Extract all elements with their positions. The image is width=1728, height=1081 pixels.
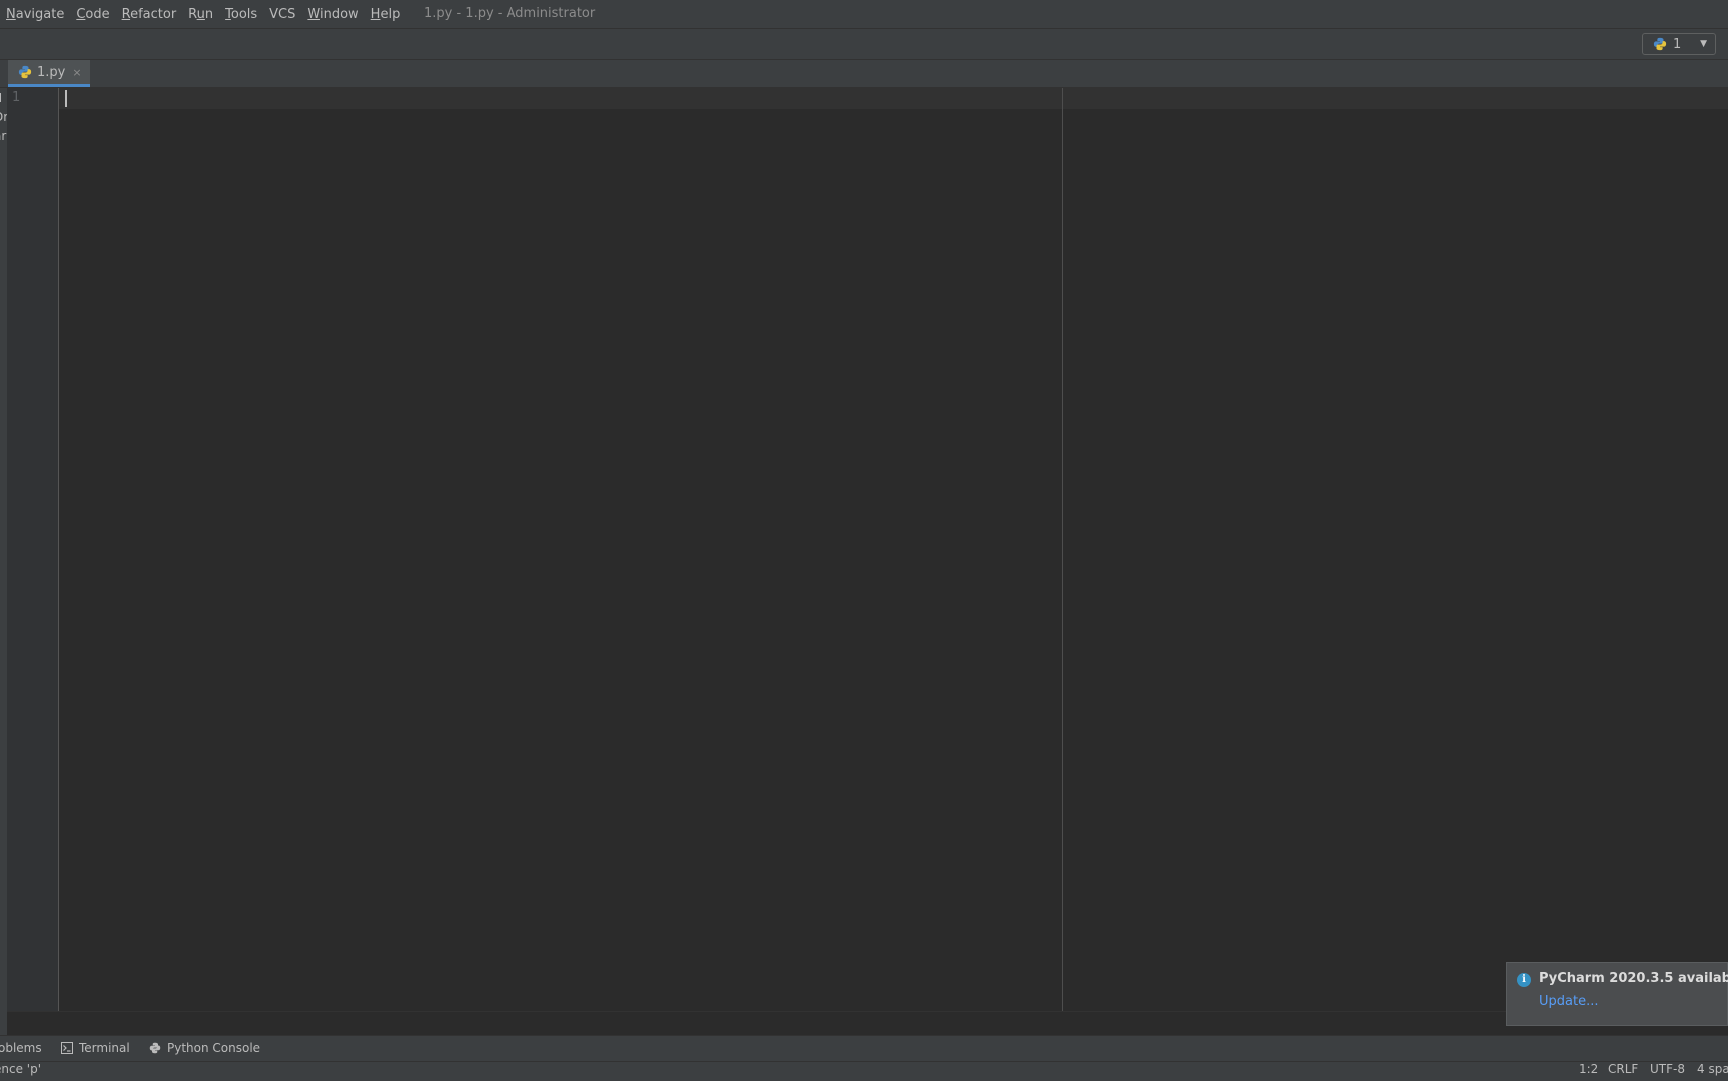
indent-setting[interactable]: 4 spa	[1697, 1062, 1728, 1076]
menu-run[interactable]: Run	[182, 7, 219, 22]
menu-tools[interactable]: Tools	[219, 7, 263, 22]
python-console-label: Python Console	[167, 1041, 261, 1055]
menu-code[interactable]: Code	[70, 7, 115, 22]
horizontal-scrollbar-area[interactable]	[7, 1011, 1728, 1036]
run-configuration-label: 1	[1673, 36, 1682, 52]
python-console-icon	[149, 1042, 161, 1054]
file-encoding[interactable]: UTF-8	[1650, 1062, 1685, 1076]
menu-list: Navigate Code Refactor Run Tools VCS Win…	[0, 0, 406, 28]
text-caret	[65, 90, 67, 107]
navigation-bar	[0, 29, 1728, 60]
chevron-down-icon: ▼	[1700, 39, 1707, 49]
line-number: 1	[12, 90, 21, 105]
menu-navigate[interactable]: Navigate	[0, 7, 70, 22]
line-number-gutter	[7, 88, 59, 1011]
left-strip-label[interactable]: ar	[0, 129, 6, 143]
terminal-tool-button[interactable]: Terminal	[61, 1038, 130, 1058]
terminal-label: Terminal	[79, 1041, 130, 1055]
menu-refactor[interactable]: Refactor	[116, 7, 183, 22]
left-strip-label[interactable]: Dr	[0, 110, 7, 124]
problems-label: oblems	[0, 1041, 42, 1055]
tab-label: 1.py	[37, 64, 66, 80]
left-tool-strip: [I Dr ar	[0, 88, 7, 1035]
menu-window[interactable]: Window	[301, 7, 364, 22]
close-icon[interactable]: ×	[72, 66, 81, 79]
current-line-highlight	[59, 88, 1728, 109]
left-strip-label[interactable]: [I	[0, 91, 2, 105]
terminal-icon	[61, 1042, 73, 1054]
update-link[interactable]: Update...	[1539, 994, 1598, 1009]
info-icon: i	[1517, 973, 1531, 987]
problems-tool-button[interactable]: oblems	[0, 1038, 42, 1058]
notification-title: PyCharm 2020.3.5 available	[1539, 971, 1728, 986]
python-file-icon	[18, 65, 32, 79]
status-message: ence 'p'	[0, 1062, 41, 1076]
right-margin-guide	[1062, 88, 1063, 1011]
editor-tab-bar	[0, 60, 1728, 88]
menu-vcs[interactable]: VCS	[263, 7, 301, 22]
code-editor[interactable]	[59, 88, 1728, 1011]
python-icon	[1653, 37, 1667, 51]
menu-help[interactable]: Help	[365, 7, 407, 22]
caret-position[interactable]: 1:2	[1579, 1062, 1598, 1076]
status-bar	[0, 1061, 1728, 1081]
tab-1py[interactable]: 1.py ×	[8, 60, 90, 87]
line-separator[interactable]: CRLF	[1608, 1062, 1638, 1076]
window-title: 1.py - 1.py - Administrator	[424, 6, 596, 21]
python-console-tool-button[interactable]: Python Console	[149, 1038, 260, 1058]
run-configuration-selector[interactable]: 1 ▼	[1642, 33, 1716, 55]
